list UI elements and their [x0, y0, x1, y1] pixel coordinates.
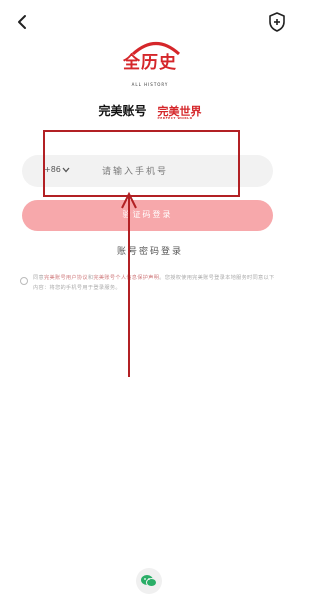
- brand-perfect-world-sub: PERFECT WORLD: [157, 116, 193, 120]
- agreement-checkbox[interactable]: [20, 277, 28, 285]
- wechat-icon: [141, 575, 157, 587]
- wechat-login-button[interactable]: [136, 568, 162, 594]
- brand-row: 完美账号 完美世界 PERFECT WORLD: [0, 100, 300, 122]
- brand-perfect-world-logo: 完美世界 PERFECT WORLD: [157, 103, 202, 120]
- logo-text: 全历史: [123, 53, 177, 73]
- top-bar: [0, 0, 300, 44]
- app-logo: 全历史: [0, 42, 300, 73]
- annotation-highlight-box: [43, 130, 240, 197]
- user-agreement-link[interactable]: 完美账号用户协议: [44, 275, 88, 281]
- back-icon[interactable]: [12, 12, 32, 32]
- logo-subtitle: ALL HISTORY: [131, 82, 169, 87]
- shield-icon[interactable]: [268, 12, 286, 32]
- annotation-arrow-icon: [121, 191, 137, 377]
- agreement-part1: 同意: [33, 275, 44, 281]
- brand-account-logo: 完美账号: [98, 104, 147, 118]
- agreement-text: 同意完美账号用户协议和完美账号个人信息保护声明。您授权使用完美账号登录本地服务时…: [33, 273, 278, 293]
- logo-arc-icon: [131, 42, 181, 55]
- password-login-link[interactable]: 账号密码登录: [0, 244, 300, 257]
